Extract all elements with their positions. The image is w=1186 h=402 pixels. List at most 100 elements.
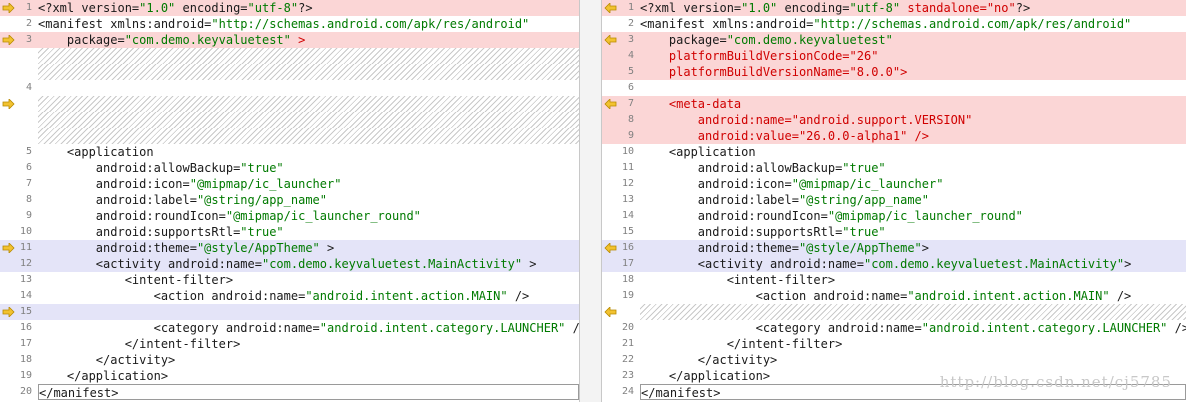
code-text[interactable]: <category android:name="android.intent.c…	[38, 320, 579, 336]
code-text[interactable]: <manifest xmlns:android="http://schemas.…	[640, 16, 1186, 32]
code-line[interactable]: 20 <category android:name="android.inten…	[602, 320, 1186, 336]
code-text[interactable]	[38, 80, 579, 96]
code-line[interactable]: 5 platformBuildVersionName="8.0.0">	[602, 64, 1186, 80]
code-text[interactable]: </activity>	[38, 352, 579, 368]
code-line[interactable]: 3 package="com.demo.keyvaluetest"	[602, 32, 1186, 48]
code-text[interactable]: <action android:name="android.intent.act…	[640, 288, 1186, 304]
code-line[interactable]: 10 <application	[602, 144, 1186, 160]
code-line[interactable]: 10 android:supportsRtl="true"	[0, 224, 579, 240]
code-text[interactable]: android:roundIcon="@mipmap/ic_launcher_r…	[38, 208, 579, 224]
code-text[interactable]: platformBuildVersionCode="26"	[640, 48, 1186, 64]
code-line[interactable]: 19 <action android:name="android.intent.…	[602, 288, 1186, 304]
code-line[interactable]: 7 android:icon="@mipmap/ic_launcher"	[0, 176, 579, 192]
code-line[interactable]: 7 <meta-data	[602, 96, 1186, 112]
code-text[interactable]: <?xml version="1.0" encoding="utf-8" sta…	[640, 0, 1186, 16]
code-line[interactable]: 4 platformBuildVersionCode="26"	[602, 48, 1186, 64]
code-line[interactable]: 16 android:theme="@style/AppTheme">	[602, 240, 1186, 256]
code-line[interactable]: 15	[0, 304, 579, 320]
code-line[interactable]: 8 android:name="android.support.VERSION"	[602, 112, 1186, 128]
code-text[interactable]: <category android:name="android.intent.c…	[640, 320, 1186, 336]
diff-arrow-left-icon[interactable]	[604, 35, 617, 45]
code-text[interactable]: </manifest>	[38, 384, 579, 400]
code-line[interactable]: 1 <?xml version="1.0" encoding="utf-8" st…	[602, 0, 1186, 16]
code-line[interactable]: 12 <activity android:name="com.demo.keyv…	[0, 256, 579, 272]
code-text[interactable]	[640, 304, 1186, 320]
code-text[interactable]: <action android:name="android.intent.act…	[38, 288, 579, 304]
code-text[interactable]: <application	[38, 144, 579, 160]
code-text[interactable]: </intent-filter>	[38, 336, 579, 352]
diff-filler-line[interactable]	[0, 96, 579, 112]
left-file-pane[interactable]: 1 <?xml version="1.0" encoding="utf-8"?> 2…	[0, 0, 579, 402]
code-line[interactable]: 9 android:value="26.0.0-alpha1" />	[602, 128, 1186, 144]
code-line[interactable]: 6 android:allowBackup="true"	[0, 160, 579, 176]
code-text[interactable]: android:icon="@mipmap/ic_launcher"	[640, 176, 1186, 192]
code-line[interactable]: 1 <?xml version="1.0" encoding="utf-8"?>	[0, 0, 579, 16]
code-text[interactable]: android:roundIcon="@mipmap/ic_launcher_r…	[640, 208, 1186, 224]
code-text[interactable]: <manifest xmlns:android="http://schemas.…	[38, 16, 579, 32]
code-text[interactable]: <application	[640, 144, 1186, 160]
code-line[interactable]: 14 android:roundIcon="@mipmap/ic_launche…	[602, 208, 1186, 224]
diff-filler-line[interactable]	[0, 112, 579, 128]
code-text[interactable]: <intent-filter>	[38, 272, 579, 288]
code-line[interactable]: 22 </activity>	[602, 352, 1186, 368]
code-line[interactable]: 5 <application	[0, 144, 579, 160]
code-text[interactable]: android:label="@string/app_name"	[640, 192, 1186, 208]
code-text[interactable]: android:allowBackup="true"	[640, 160, 1186, 176]
code-text[interactable]: package="com.demo.keyvaluetest"	[640, 32, 1186, 48]
code-text[interactable]: <activity android:name="com.demo.keyvalu…	[640, 256, 1186, 272]
code-line[interactable]: 2 <manifest xmlns:android="http://schemas…	[602, 16, 1186, 32]
code-text[interactable]	[38, 48, 579, 64]
code-line[interactable]: 18 <intent-filter>	[602, 272, 1186, 288]
code-text[interactable]: android:supportsRtl="true"	[640, 224, 1186, 240]
code-line[interactable]: 14 <action android:name="android.intent.…	[0, 288, 579, 304]
diff-arrow-right-icon[interactable]	[2, 3, 15, 13]
code-text[interactable]: <?xml version="1.0" encoding="utf-8"?>	[38, 0, 579, 16]
code-text[interactable]: package="com.demo.keyvaluetest" >	[38, 32, 579, 48]
code-text[interactable]	[640, 80, 1186, 96]
code-line[interactable]: 13 <intent-filter>	[0, 272, 579, 288]
code-text[interactable]: android:value="26.0.0-alpha1" />	[640, 128, 1186, 144]
code-line[interactable]: 17 </intent-filter>	[0, 336, 579, 352]
code-text[interactable]: </application>	[38, 368, 579, 384]
code-text[interactable]: </activity>	[640, 352, 1186, 368]
code-line[interactable]: 11 android:theme="@style/AppTheme" >	[0, 240, 579, 256]
code-text[interactable]	[38, 304, 579, 320]
diff-arrow-left-icon[interactable]	[604, 99, 617, 109]
code-line[interactable]: 21 </intent-filter>	[602, 336, 1186, 352]
diff-filler-line[interactable]	[0, 48, 579, 64]
code-text[interactable]: platformBuildVersionName="8.0.0">	[640, 64, 1186, 80]
code-line[interactable]: 3 package="com.demo.keyvaluetest" >	[0, 32, 579, 48]
code-text[interactable]	[38, 96, 579, 112]
code-line[interactable]: 19 </application>	[0, 368, 579, 384]
code-line[interactable]: 17 <activity android:name="com.demo.keyv…	[602, 256, 1186, 272]
diff-arrow-left-icon[interactable]	[604, 243, 617, 253]
code-line[interactable]: 11 android:allowBackup="true"	[602, 160, 1186, 176]
code-text[interactable]: android:label="@string/app_name"	[38, 192, 579, 208]
diff-arrow-left-icon[interactable]	[604, 3, 617, 13]
code-text[interactable]: <meta-data	[640, 96, 1186, 112]
code-line[interactable]: 9 android:roundIcon="@mipmap/ic_launcher…	[0, 208, 579, 224]
code-line[interactable]: 20 </manifest>	[0, 384, 579, 400]
diff-arrow-left-icon[interactable]	[604, 307, 617, 317]
code-text[interactable]: </intent-filter>	[640, 336, 1186, 352]
code-text[interactable]: android:supportsRtl="true"	[38, 224, 579, 240]
code-text[interactable]: android:allowBackup="true"	[38, 160, 579, 176]
diff-arrow-right-icon[interactable]	[2, 243, 15, 253]
code-line[interactable]: 13 android:label="@string/app_name"	[602, 192, 1186, 208]
code-line[interactable]: 2 <manifest xmlns:android="http://schemas…	[0, 16, 579, 32]
code-line[interactable]: 8 android:label="@string/app_name"	[0, 192, 579, 208]
code-text[interactable]: android:theme="@style/AppTheme" >	[38, 240, 579, 256]
code-text[interactable]: android:name="android.support.VERSION"	[640, 112, 1186, 128]
right-file-pane[interactable]: 1 <?xml version="1.0" encoding="utf-8" st…	[602, 0, 1186, 402]
diff-filler-line[interactable]	[0, 64, 579, 80]
code-line[interactable]: 4	[0, 80, 579, 96]
code-text[interactable]: android:icon="@mipmap/ic_launcher"	[38, 176, 579, 192]
diff-arrow-right-icon[interactable]	[2, 99, 15, 109]
code-line[interactable]: 15 android:supportsRtl="true"	[602, 224, 1186, 240]
code-line[interactable]: 18 </activity>	[0, 352, 579, 368]
code-text[interactable]	[38, 128, 579, 144]
diff-arrow-right-icon[interactable]	[2, 307, 15, 317]
code-text[interactable]: <activity android:name="com.demo.keyvalu…	[38, 256, 579, 272]
code-line[interactable]: 12 android:icon="@mipmap/ic_launcher"	[602, 176, 1186, 192]
diff-filler-line[interactable]	[602, 304, 1186, 320]
